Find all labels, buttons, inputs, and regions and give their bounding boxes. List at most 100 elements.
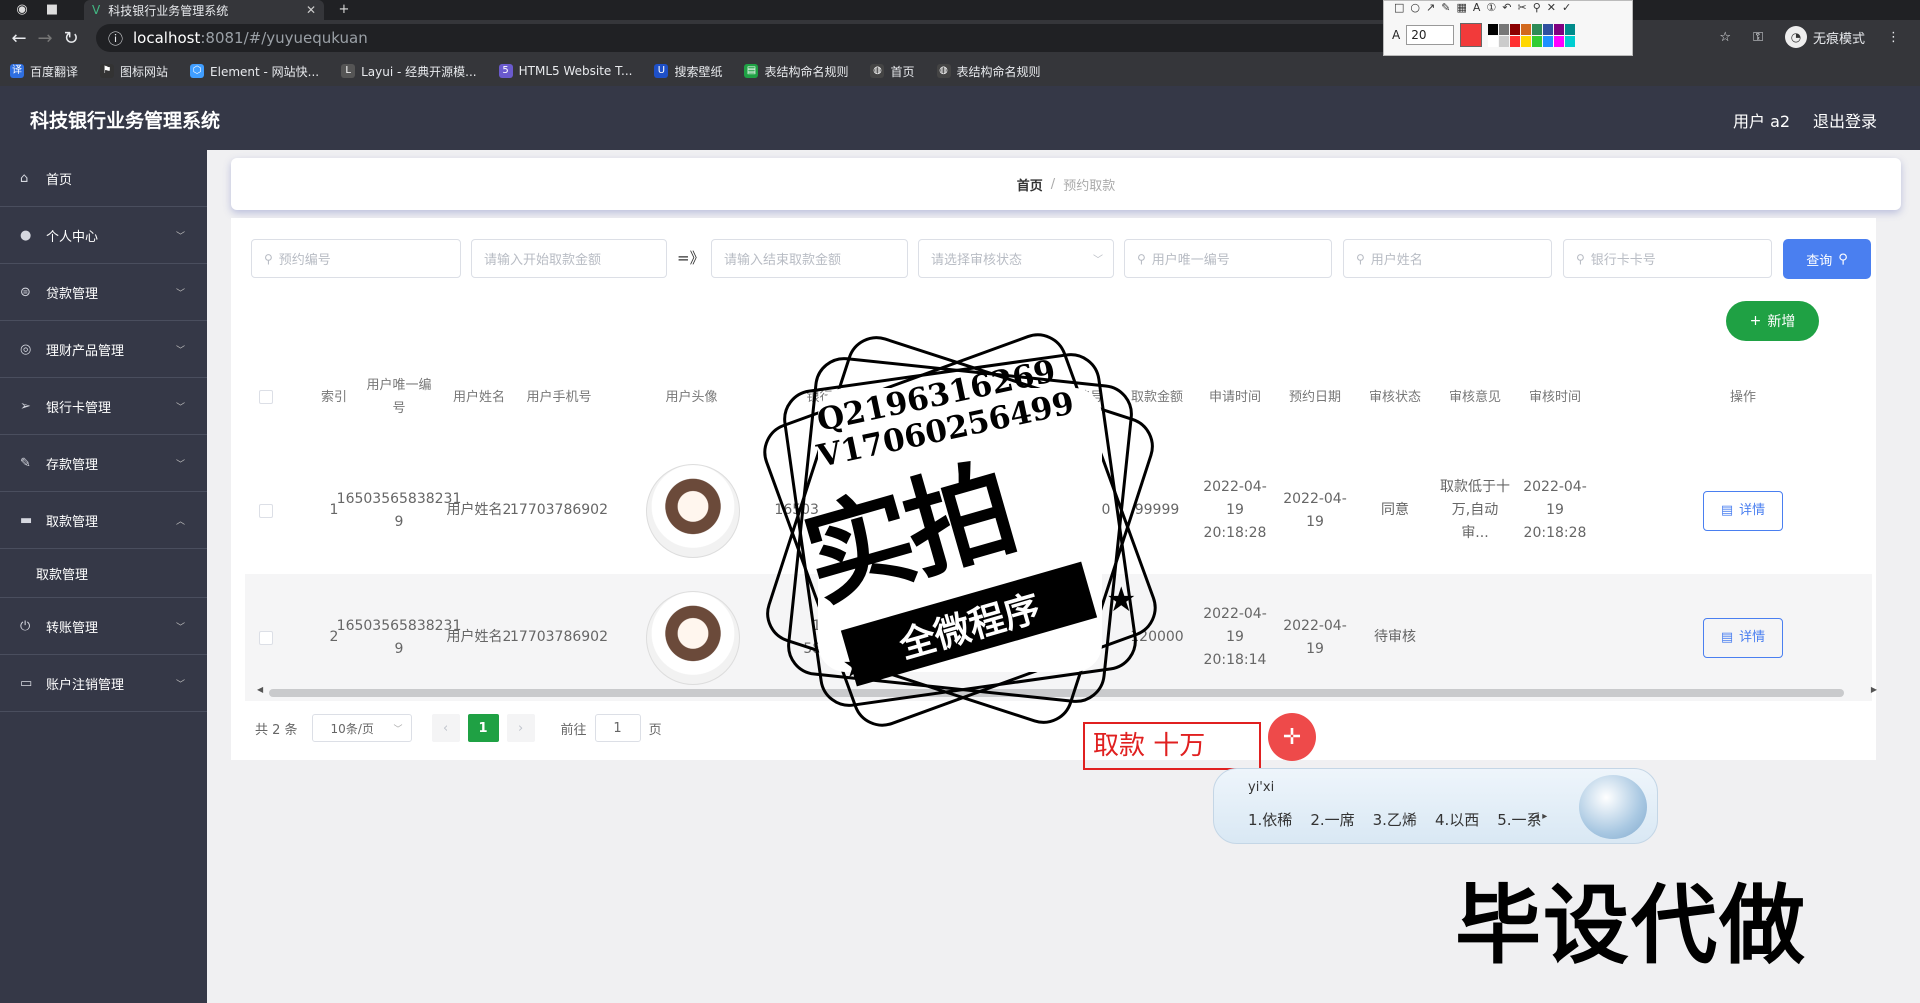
ime-skin-icon (1579, 775, 1647, 839)
row-checkbox[interactable] (251, 447, 281, 574)
status-select[interactable]: 请选择审核状态 ﹀ (918, 239, 1114, 278)
goto-page-input[interactable]: 1 (594, 714, 641, 742)
bookmark-item[interactable]: 5 HTML5 Website T... (498, 64, 632, 78)
bookmark-item[interactable]: ◍ 首页 (870, 63, 915, 80)
browser-menu-icon[interactable]: ◉ (14, 2, 30, 18)
breadcrumb-separator: / (1050, 176, 1056, 192)
font-size-select[interactable]: 20 (1406, 25, 1455, 45)
bookmark-item[interactable]: L Layui - 经典开源模... (341, 63, 477, 80)
col-user-id: 用户唯一编号 (366, 378, 432, 416)
close-icon[interactable]: ✕ (1547, 1, 1556, 15)
sidebar-item-close-account[interactable]: ▭ 账户注销管理 ﹀ (0, 655, 207, 712)
ellipse-tool-icon[interactable]: ○ (1410, 1, 1420, 15)
browser-menu-dots-icon[interactable]: ⋮ (1887, 30, 1900, 45)
sidebar-item-wealth[interactable]: ◎ 理财产品管理 ﹀ (0, 321, 207, 378)
sidebar-item-loan[interactable]: ⊜ 贷款管理 ﹀ (0, 264, 207, 321)
ime-page-arrows-icon[interactable]: ◂ ▸ (1534, 811, 1547, 822)
sidebar-item-deposit[interactable]: ✎ 存款管理 ﹀ (0, 435, 207, 492)
logout-link[interactable]: 退出登录 (1813, 108, 1877, 132)
current-page[interactable]: 1 (467, 714, 499, 742)
query-button[interactable]: 查询 ⚲ (1783, 239, 1871, 279)
bookmark-star-icon[interactable]: ☆ (1719, 30, 1731, 45)
user-id-input[interactable]: ⚲ 用户唯一编号 (1124, 239, 1332, 278)
cell-phone: 17703786902 (510, 629, 608, 645)
chevron-down-icon: ﹀ (175, 231, 185, 242)
scissors-icon[interactable]: ✂ (1517, 1, 1526, 15)
mosaic-tool-icon[interactable]: ▦ (1456, 1, 1466, 15)
browser-tab[interactable]: V 科技银行业务管理系统 ✕ (84, 0, 324, 20)
sidebar-item-transfer[interactable]: ⏻ 转账管理 ﹀ (0, 598, 207, 655)
scroll-right-icon[interactable]: ▶ (1871, 685, 1877, 694)
back-icon[interactable]: ← (6, 28, 32, 49)
select-all-checkbox[interactable] (251, 348, 281, 446)
arrow-tool-icon[interactable]: ↗ (1426, 1, 1435, 15)
row-checkbox[interactable] (251, 574, 281, 701)
scroll-left-icon[interactable]: ◀ (257, 685, 263, 694)
key-icon[interactable]: ⚿ (1753, 30, 1763, 45)
breadcrumb-home[interactable]: 首页 (1017, 175, 1043, 194)
col-index: 索引 (320, 389, 347, 405)
chevron-up-icon: ︿ (175, 516, 185, 527)
pin-icon[interactable]: ⚲ (1533, 1, 1541, 15)
reservation-no-input[interactable]: ⚲ 预约编号 (251, 239, 461, 278)
html5-icon: 5 (498, 64, 513, 78)
user-name-input[interactable]: ⚲ 用户姓名 (1343, 239, 1552, 278)
send-icon: ➢ (20, 398, 31, 414)
cell-action: ▤ 详情 (1703, 574, 1783, 701)
current-user: 用户 a2 (1733, 112, 1791, 131)
info-icon[interactable]: ⓘ (108, 28, 123, 49)
bookmark-item[interactable]: ⚑ 图标网站 (100, 63, 168, 80)
detail-button[interactable]: ▤ 详情 (1703, 490, 1783, 531)
cell-action: ▤ 详情 (1703, 447, 1783, 574)
detail-button[interactable]: ▤ 详情 (1703, 617, 1783, 658)
tab-overview-icon[interactable]: ■ (44, 2, 60, 18)
number-tool-icon[interactable]: ① (1486, 1, 1496, 15)
rect-tool-icon[interactable]: □ (1394, 1, 1404, 15)
prev-page-button[interactable]: ‹ (431, 714, 460, 742)
tab-close-icon[interactable]: ✕ (306, 3, 316, 17)
bookmark-item[interactable]: 译百度翻译 (10, 63, 78, 80)
add-button[interactable]: + 新增 (1726, 301, 1819, 341)
bookmark-item[interactable]: ◍ 表结构命名规则 (936, 63, 1041, 80)
new-tab-icon[interactable]: + (336, 2, 352, 18)
user-icon: ● (20, 227, 32, 243)
coin-icon: ◎ (20, 341, 32, 357)
bookmark-item[interactable]: ⬡ Element - 网站快... (190, 63, 319, 80)
move-handle-icon[interactable]: ✛ (1268, 713, 1316, 761)
card-no-input[interactable]: ⚲ 银行卡卡号 (1563, 239, 1772, 278)
max-amount-input[interactable]: 请输入结束取款金额 (711, 239, 908, 278)
annotation-text-box[interactable]: 取款 十万 (1083, 722, 1261, 770)
annotation-style-row: A 20 (1392, 23, 1576, 47)
sidebar-item-withdraw[interactable]: ▬ 取款管理 ︿ (0, 492, 207, 549)
undo-icon[interactable]: ↶ (1502, 1, 1511, 15)
bookmarks-bar: 译百度翻译 ⚑ 图标网站 ⬡ Element - 网站快... L Layui - 经… (0, 56, 1920, 86)
ime-candidate[interactable]: 3.乙烯 (1373, 809, 1417, 830)
plus-icon: + (1749, 313, 1762, 329)
cell-user-name: 用户姓名2 (446, 502, 512, 518)
page-size-select[interactable]: 10条/页 ﹀ (311, 714, 412, 742)
min-amount-input[interactable]: 请输入开始取款金额 (471, 239, 667, 278)
sidebar-item-home[interactable]: ⌂ 首页 (0, 150, 207, 207)
monitor-icon: ▭ (20, 675, 33, 691)
ime-candidate[interactable]: 2.一席 (1310, 809, 1354, 830)
forward-icon[interactable]: → (32, 28, 58, 49)
ime-candidate[interactable]: 4.以西 (1435, 809, 1479, 830)
bookmark-item[interactable]: ▤ 表结构命名规则 (744, 63, 848, 80)
ime-candidate[interactable]: 1.依稀 (1248, 809, 1292, 830)
sidebar-item-card[interactable]: ➢ 银行卡管理 ﹀ (0, 378, 207, 435)
pen-tool-icon[interactable]: ✎ (1441, 1, 1450, 15)
incognito-indicator[interactable]: ◔ 无痕模式 (1784, 26, 1865, 48)
sheet-icon: ▤ (744, 64, 759, 78)
url-field[interactable]: ⓘ localhost:8081/#/yuyuequkuan (96, 24, 1466, 52)
current-color-swatch[interactable] (1460, 23, 1483, 47)
reload-icon[interactable]: ↻ (58, 28, 84, 49)
text-tool-icon[interactable]: A (1473, 1, 1481, 15)
bookmark-item[interactable]: U 搜索壁纸 (654, 63, 722, 80)
cell-reserve-date: 2022-04-19 (1283, 490, 1347, 530)
sidebar-item-profile[interactable]: ● 个人中心 ﹀ (0, 207, 207, 264)
confirm-icon[interactable]: ✓ (1562, 1, 1571, 15)
next-page-button[interactable]: › (506, 714, 535, 742)
color-palette[interactable] (1488, 23, 1576, 47)
chevron-down-icon: ﹀ (1093, 255, 1103, 266)
sidebar-subitem-withdraw[interactable]: 取款管理 (0, 549, 207, 598)
